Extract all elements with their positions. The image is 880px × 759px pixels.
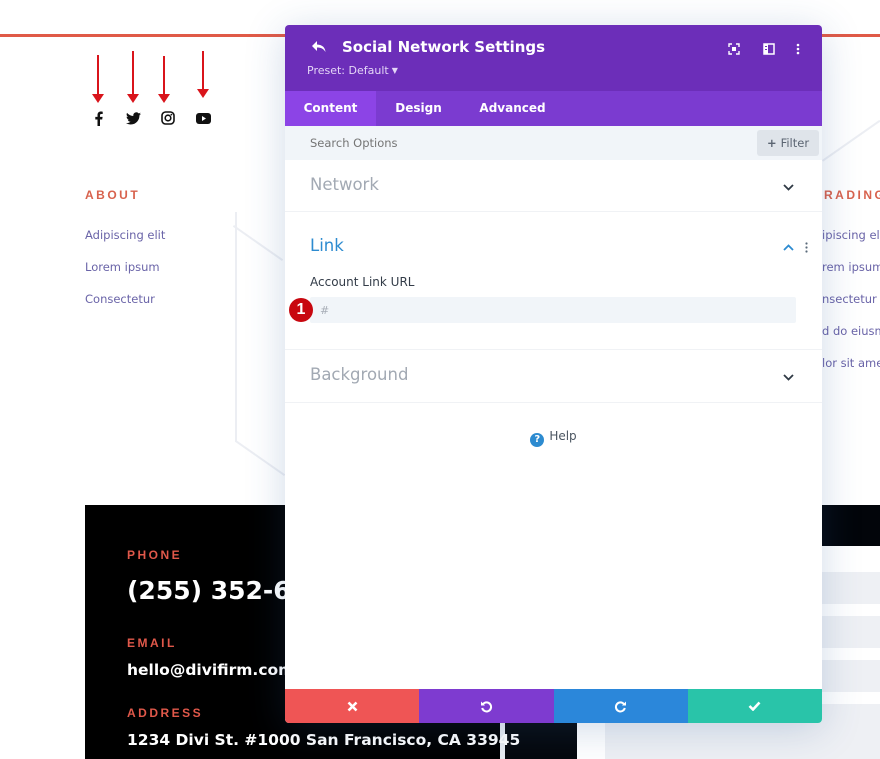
trading-link[interactable]: d do eiusmo bbox=[822, 324, 880, 338]
annotation-arrow bbox=[127, 51, 139, 103]
about-heading: ABOUT bbox=[85, 188, 141, 202]
search-bar: +Filter bbox=[285, 126, 822, 160]
undo-icon bbox=[480, 700, 492, 712]
help-label: Help bbox=[549, 429, 577, 443]
email-value: hello@divifirm.com bbox=[127, 661, 295, 679]
annotation-arrow bbox=[158, 56, 170, 103]
phone-value: (255) 352-62 bbox=[127, 576, 309, 605]
section-network[interactable]: Network bbox=[285, 160, 822, 212]
phone-label: PHONE bbox=[127, 548, 183, 562]
redo-icon bbox=[615, 700, 627, 712]
save-button[interactable] bbox=[687, 689, 822, 723]
about-link[interactable]: Lorem ipsum bbox=[85, 260, 160, 274]
help-link[interactable]: ? Help bbox=[285, 429, 822, 447]
annotation-arrow bbox=[92, 55, 104, 103]
trading-link[interactable]: nsectetur bbox=[822, 292, 877, 306]
chevron-down-icon[interactable] bbox=[781, 370, 795, 384]
decorative-outline bbox=[822, 119, 880, 162]
tab-advanced[interactable]: Advanced bbox=[461, 91, 564, 126]
form-header-block bbox=[822, 505, 880, 546]
back-icon[interactable] bbox=[311, 39, 329, 57]
undo-button[interactable] bbox=[419, 689, 554, 723]
decorative-outline bbox=[235, 212, 237, 442]
tab-design[interactable]: Design bbox=[376, 91, 461, 126]
section-options-icon[interactable] bbox=[803, 240, 809, 254]
close-icon bbox=[347, 701, 358, 711]
help-icon: ? bbox=[530, 433, 545, 447]
annotation-badge: 1 bbox=[289, 298, 313, 322]
filter-button[interactable]: + Filter bbox=[757, 130, 819, 156]
address-label: ADDRESS bbox=[127, 706, 204, 720]
checkmark-icon bbox=[748, 701, 761, 711]
modal-header: Social Network Settings Preset: Default ▼ bbox=[285, 25, 822, 91]
account-link-url-label: Account Link URL bbox=[310, 275, 415, 289]
twitter-icon[interactable] bbox=[125, 110, 141, 126]
section-title: Network bbox=[310, 175, 379, 194]
preset-label: Preset: Default bbox=[307, 64, 389, 77]
trading-link[interactable]: lor sit amet bbox=[822, 356, 880, 370]
address-value: 1234 Divi St. #1000 San Francisco, CA 33… bbox=[127, 731, 521, 749]
instagram-icon[interactable] bbox=[160, 110, 176, 126]
about-link[interactable]: Consectetur bbox=[85, 292, 155, 306]
youtube-icon[interactable] bbox=[195, 110, 211, 126]
decorative-outline bbox=[232, 225, 284, 262]
trading-link[interactable]: rem ipsum bbox=[822, 260, 880, 274]
section-title: Background bbox=[310, 365, 409, 384]
modal-footer bbox=[285, 689, 822, 723]
preset-dropdown[interactable]: Preset: Default ▼ bbox=[307, 64, 398, 77]
focus-icon[interactable] bbox=[726, 41, 742, 57]
trading-heading: RADING bbox=[824, 188, 880, 202]
account-link-url-input[interactable] bbox=[310, 297, 796, 323]
modal-title: Social Network Settings bbox=[342, 38, 546, 56]
section-background[interactable]: Background bbox=[285, 350, 822, 403]
cancel-button[interactable] bbox=[285, 689, 420, 723]
facebook-icon[interactable] bbox=[90, 110, 106, 126]
chevron-down-icon[interactable] bbox=[781, 180, 795, 194]
email-label: EMAIL bbox=[127, 636, 177, 650]
about-link[interactable]: Adipiscing elit bbox=[85, 228, 165, 242]
plus-icon: + bbox=[766, 136, 777, 150]
search-options-input[interactable] bbox=[310, 136, 610, 150]
section-title[interactable]: Link bbox=[310, 236, 344, 255]
trading-link[interactable]: ipiscing elit bbox=[822, 228, 880, 242]
chevron-up-icon[interactable] bbox=[781, 240, 795, 254]
sidebar-toggle-icon[interactable] bbox=[761, 41, 777, 57]
tab-content[interactable]: Content bbox=[285, 91, 376, 126]
social-network-settings-modal: Social Network Settings Preset: Default ▼… bbox=[285, 25, 822, 723]
filter-label: Filter bbox=[780, 136, 810, 150]
caret-down-icon: ▼ bbox=[391, 66, 398, 75]
redo-button[interactable] bbox=[553, 689, 688, 723]
annotation-arrow bbox=[197, 51, 209, 98]
modal-tabs: Content Design Advanced bbox=[285, 91, 822, 126]
decorative-outline bbox=[234, 440, 286, 477]
more-options-icon[interactable] bbox=[790, 41, 806, 57]
